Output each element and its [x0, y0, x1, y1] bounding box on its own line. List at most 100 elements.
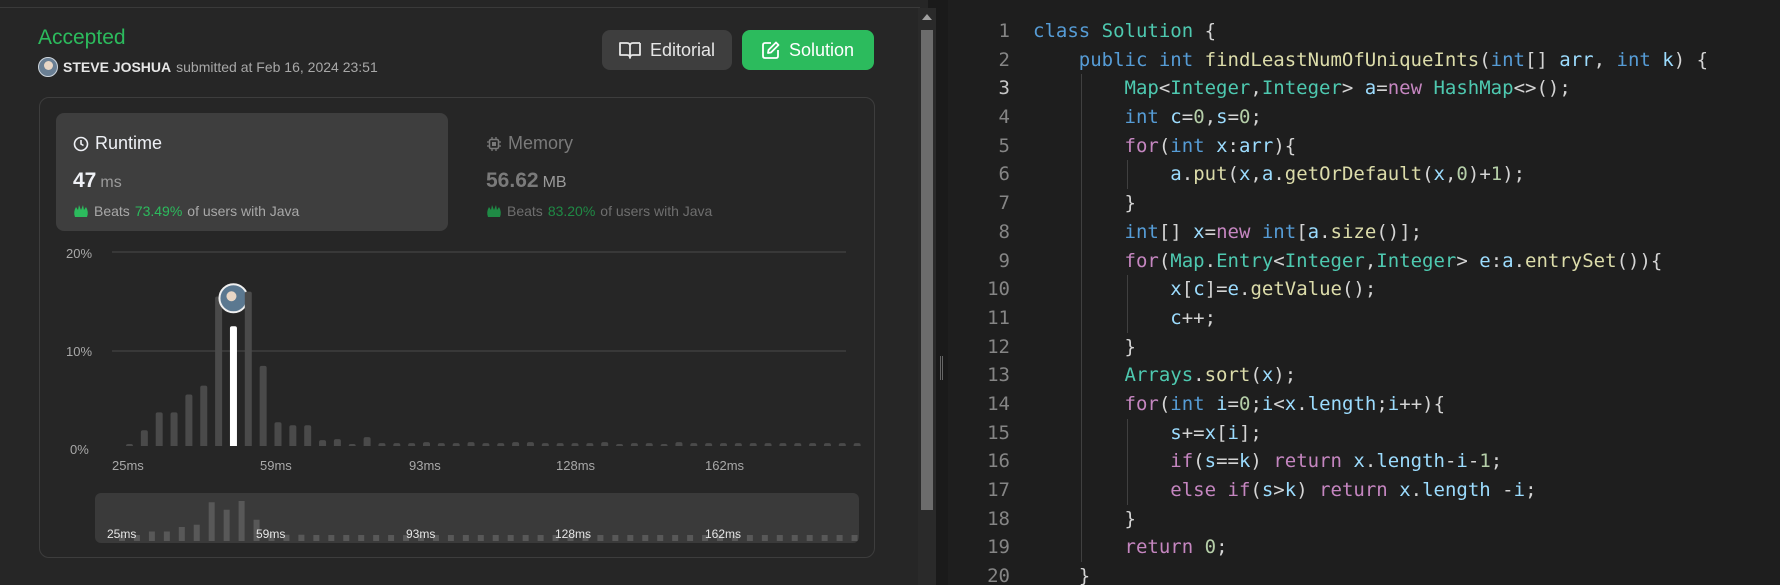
code-line[interactable]: 16 if(s==k) return x.length-i-1; [948, 447, 1780, 476]
chart-bar[interactable] [764, 443, 772, 446]
chart-bar[interactable] [616, 444, 624, 446]
chart-bar[interactable] [467, 442, 475, 446]
chart-bar[interactable] [126, 444, 133, 446]
code-line[interactable]: 5 for(int x:arr){ [948, 131, 1780, 161]
code-text[interactable]: for(Map.Entry<Integer,Integer> e:a.entry… [1033, 247, 1663, 276]
editorial-button[interactable]: Editorial [602, 30, 732, 70]
panel-splitter[interactable] [936, 0, 948, 585]
chart-bar[interactable] [526, 442, 534, 446]
chart-bar[interactable] [823, 443, 831, 446]
chart-range-selector[interactable]: 25ms 59ms 93ms 128ms 162ms [95, 493, 859, 543]
code-text[interactable]: for(int x:arr){ [1033, 132, 1297, 161]
chart-bar[interactable] [720, 443, 727, 446]
chart-bar[interactable] [244, 291, 252, 446]
chart-bar[interactable] [601, 442, 609, 446]
drag-handle-icon[interactable] [940, 356, 943, 380]
chart-bar-highlighted[interactable] [229, 326, 237, 446]
scroll-up-arrow-icon[interactable] [922, 14, 932, 20]
code-text[interactable]: s+=x[i]; [1033, 419, 1262, 448]
code-line[interactable]: 1 class Solution { [948, 17, 1780, 46]
code-text[interactable]: x[c]=e.getValue(); [1033, 275, 1376, 304]
code-line[interactable]: 15 s+=x[i]; [948, 418, 1780, 448]
code-text[interactable]: return 0; [1033, 533, 1228, 562]
code-text[interactable]: Map<Integer,Integer> a=new HashMap<>(); [1033, 74, 1571, 103]
chart-bar[interactable] [363, 437, 371, 446]
code-text[interactable]: } [1033, 562, 1090, 585]
chart-bar[interactable] [333, 439, 341, 446]
code-line[interactable]: 12 } [948, 332, 1780, 362]
code-line[interactable]: 6 a.put(x,a.getOrDefault(x,0)+1); [948, 160, 1780, 190]
chart-bar[interactable] [259, 365, 267, 446]
code-text[interactable]: class Solution { [1033, 17, 1216, 46]
code-text[interactable]: } [1033, 189, 1136, 218]
runtime-stat[interactable]: Runtime 47 ms Beats 73.49% of users with … [56, 113, 448, 231]
chart-bar[interactable] [289, 425, 297, 446]
chart-bar[interactable] [304, 425, 312, 446]
code-line[interactable]: 14 for(int i=0;i<x.length;i++){ [948, 389, 1780, 419]
chart-bar[interactable] [170, 412, 178, 446]
code-text[interactable]: if(s==k) return x.length-i-1; [1033, 447, 1502, 476]
chart-bar[interactable] [541, 443, 549, 446]
code-text[interactable]: int[] x=new int[a.size()]; [1033, 218, 1423, 247]
chart-bar[interactable] [140, 430, 148, 446]
chart-bar[interactable] [779, 443, 787, 446]
chart-bar[interactable] [512, 442, 520, 446]
chart-bar[interactable] [660, 444, 668, 446]
chart-bar[interactable] [482, 443, 490, 446]
chart-bar[interactable] [215, 296, 223, 446]
chart-bar[interactable] [645, 443, 653, 446]
chart-bar[interactable] [809, 443, 817, 446]
code-text[interactable]: else if(s>k) return x.length -i; [1033, 476, 1536, 505]
code-lines[interactable]: 1 class Solution {2 public int findLeastN… [948, 17, 1780, 585]
chart-bar[interactable] [378, 443, 386, 446]
code-line[interactable]: 11 c++; [948, 303, 1780, 333]
chart-bar[interactable] [675, 442, 683, 446]
code-text[interactable]: Arrays.sort(x); [1033, 361, 1297, 390]
chart-bar[interactable] [586, 443, 594, 446]
code-line[interactable]: 17 else if(s>k) return x.length -i; [948, 476, 1780, 505]
chart-bar[interactable] [838, 443, 846, 446]
code-text[interactable]: public int findLeastNumOfUniqueInts(int[… [1033, 46, 1708, 75]
scrollbar-thumb[interactable] [921, 30, 933, 510]
code-text[interactable]: } [1033, 333, 1136, 362]
chart-bar[interactable] [393, 443, 401, 446]
code-editor[interactable]: 1 class Solution {2 public int findLeastN… [948, 0, 1780, 585]
left-scrollbar[interactable] [918, 8, 936, 585]
chart-bar[interactable] [155, 412, 163, 446]
chart-bar[interactable] [452, 443, 460, 446]
submitter-name[interactable]: STEVE JOSHUA [63, 59, 171, 75]
code-line[interactable]: 13 Arrays.sort(x); [948, 361, 1780, 390]
chart-bar[interactable] [200, 385, 208, 446]
chart-bar[interactable] [185, 394, 193, 446]
chart-bar[interactable] [749, 443, 757, 446]
code-text[interactable]: } [1033, 505, 1136, 534]
chart-bar[interactable] [319, 440, 327, 446]
chart-bar[interactable] [348, 444, 356, 446]
code-line[interactable]: 10 x[c]=e.getValue(); [948, 275, 1780, 304]
chart-bar[interactable] [408, 443, 416, 446]
chart-bar[interactable] [497, 443, 505, 446]
chart-bar[interactable] [437, 443, 445, 446]
code-line[interactable]: 4 int c=0,s=0; [948, 103, 1780, 132]
chart-bar[interactable] [630, 443, 638, 446]
code-line[interactable]: 20 } [948, 562, 1780, 585]
chart-bar[interactable] [794, 443, 802, 446]
chart-bar[interactable] [853, 443, 861, 446]
code-text[interactable]: c++; [1033, 304, 1216, 333]
chart-bar[interactable] [556, 443, 564, 446]
code-line[interactable]: 7 } [948, 189, 1780, 218]
runtime-distribution-chart[interactable]: 20% 10% 0% 25ms 59ms 93ms 128ms 162ms [40, 236, 876, 473]
solution-button[interactable]: Solution [742, 30, 874, 70]
code-line[interactable]: 8 int[] x=new int[a.size()]; [948, 217, 1780, 247]
chart-bar[interactable] [690, 443, 698, 446]
code-text[interactable]: for(int i=0;i<x.length;i++){ [1033, 390, 1446, 419]
chart-bar[interactable] [734, 443, 742, 446]
memory-stat[interactable]: Memory 56.62 MB Beats 83.20% of users wit… [469, 113, 861, 231]
code-line[interactable]: 3 Map<Integer,Integer> a=new HashMap<>()… [948, 74, 1780, 104]
chart-bar[interactable] [571, 443, 579, 446]
chart-bar[interactable] [705, 443, 713, 446]
chart-bar[interactable] [423, 442, 430, 446]
code-line[interactable]: 18 } [948, 504, 1780, 534]
chart-bar[interactable] [274, 422, 282, 446]
code-text[interactable]: a.put(x,a.getOrDefault(x,0)+1); [1033, 160, 1525, 189]
